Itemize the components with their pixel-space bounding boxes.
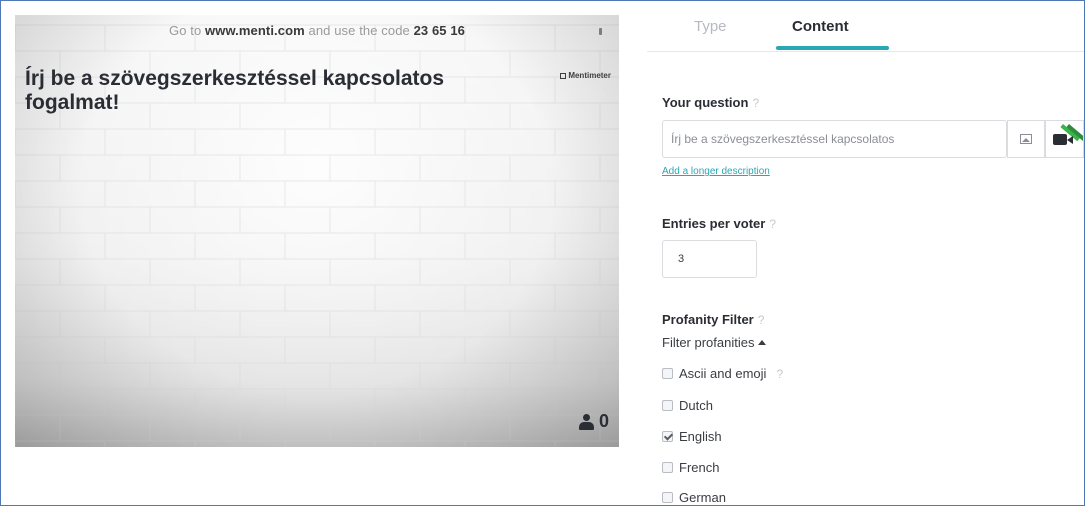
- add-video-button[interactable]: [1045, 120, 1084, 158]
- checkbox-dutch[interactable]: Dutch: [662, 398, 713, 413]
- profanity-label: Profanity Filter?: [662, 312, 764, 327]
- active-tab-indicator: [776, 46, 889, 50]
- entries-label: Entries per voter?: [662, 216, 776, 231]
- slide-preview: Go to www.menti.com and use the code 23 …: [15, 15, 619, 447]
- tab-bar: Type Content: [647, 0, 1084, 52]
- question-label: Your question?: [662, 95, 759, 110]
- join-instructions: Go to www.menti.com and use the code 23 …: [15, 23, 619, 38]
- checkbox-french[interactable]: French: [662, 460, 719, 475]
- checkbox-label: Dutch: [679, 398, 713, 413]
- video-camera-icon: [1053, 134, 1073, 145]
- ascii-help-icon[interactable]: ?: [776, 367, 783, 381]
- add-description-link[interactable]: Add a longer description: [662, 166, 770, 177]
- add-image-button[interactable]: [1007, 120, 1045, 158]
- tab-content[interactable]: Content: [792, 18, 849, 35]
- question-input[interactable]: Írj be a szövegszerkesztéssel kapcsolato…: [662, 120, 1007, 158]
- profanity-label-text: Profanity Filter: [662, 312, 754, 327]
- checkbox[interactable]: [662, 400, 673, 411]
- chevron-up-icon: [758, 340, 767, 345]
- filter-profanities-toggle[interactable]: Filter profanities: [662, 335, 767, 350]
- brand-mark-icon: [560, 73, 567, 79]
- preview-menu-icon[interactable]: [599, 28, 602, 35]
- join-prefix: Go to: [169, 23, 202, 38]
- checkbox-label: French: [679, 460, 720, 475]
- join-middle: and use the code: [308, 23, 410, 38]
- checkbox-ascii-emoji[interactable]: Ascii and emoji ?: [662, 366, 783, 381]
- question-help-icon[interactable]: ?: [752, 96, 759, 110]
- brand-logo: Mentimeter: [560, 71, 611, 80]
- checkbox-label: German: [679, 490, 726, 505]
- voter-count-value: 0: [598, 411, 609, 431]
- image-icon: [1020, 134, 1032, 144]
- person-icon: [578, 413, 594, 430]
- filter-profanities-label: Filter profanities: [662, 335, 755, 350]
- voter-count: 0: [578, 411, 609, 432]
- slide-title: Írj be a szövegszerkesztéssel kapcsolato…: [25, 67, 445, 114]
- join-url: www.menti.com: [205, 23, 305, 38]
- checkbox[interactable]: [662, 492, 673, 503]
- tab-type[interactable]: Type: [694, 18, 727, 35]
- checkbox-label: English: [679, 429, 722, 444]
- checkbox[interactable]: [662, 462, 673, 473]
- question-label-text: Your question: [662, 95, 749, 110]
- profanity-help-icon[interactable]: ?: [758, 313, 765, 327]
- entries-label-text: Entries per voter: [662, 216, 766, 231]
- entries-per-voter-input[interactable]: 3: [662, 240, 757, 278]
- checkbox-english[interactable]: English: [662, 429, 722, 444]
- checkbox[interactable]: [662, 431, 673, 442]
- checkbox-german[interactable]: German: [662, 490, 726, 505]
- entries-help-icon[interactable]: ?: [769, 217, 776, 231]
- join-code: 23 65 16: [413, 23, 465, 38]
- brand-name: Mentimeter: [568, 71, 611, 80]
- checkbox[interactable]: [662, 368, 673, 379]
- editor-panel: Type Content Your question? Írj be a szö…: [647, 0, 1084, 506]
- checkbox-label: Ascii and emoji: [679, 366, 767, 381]
